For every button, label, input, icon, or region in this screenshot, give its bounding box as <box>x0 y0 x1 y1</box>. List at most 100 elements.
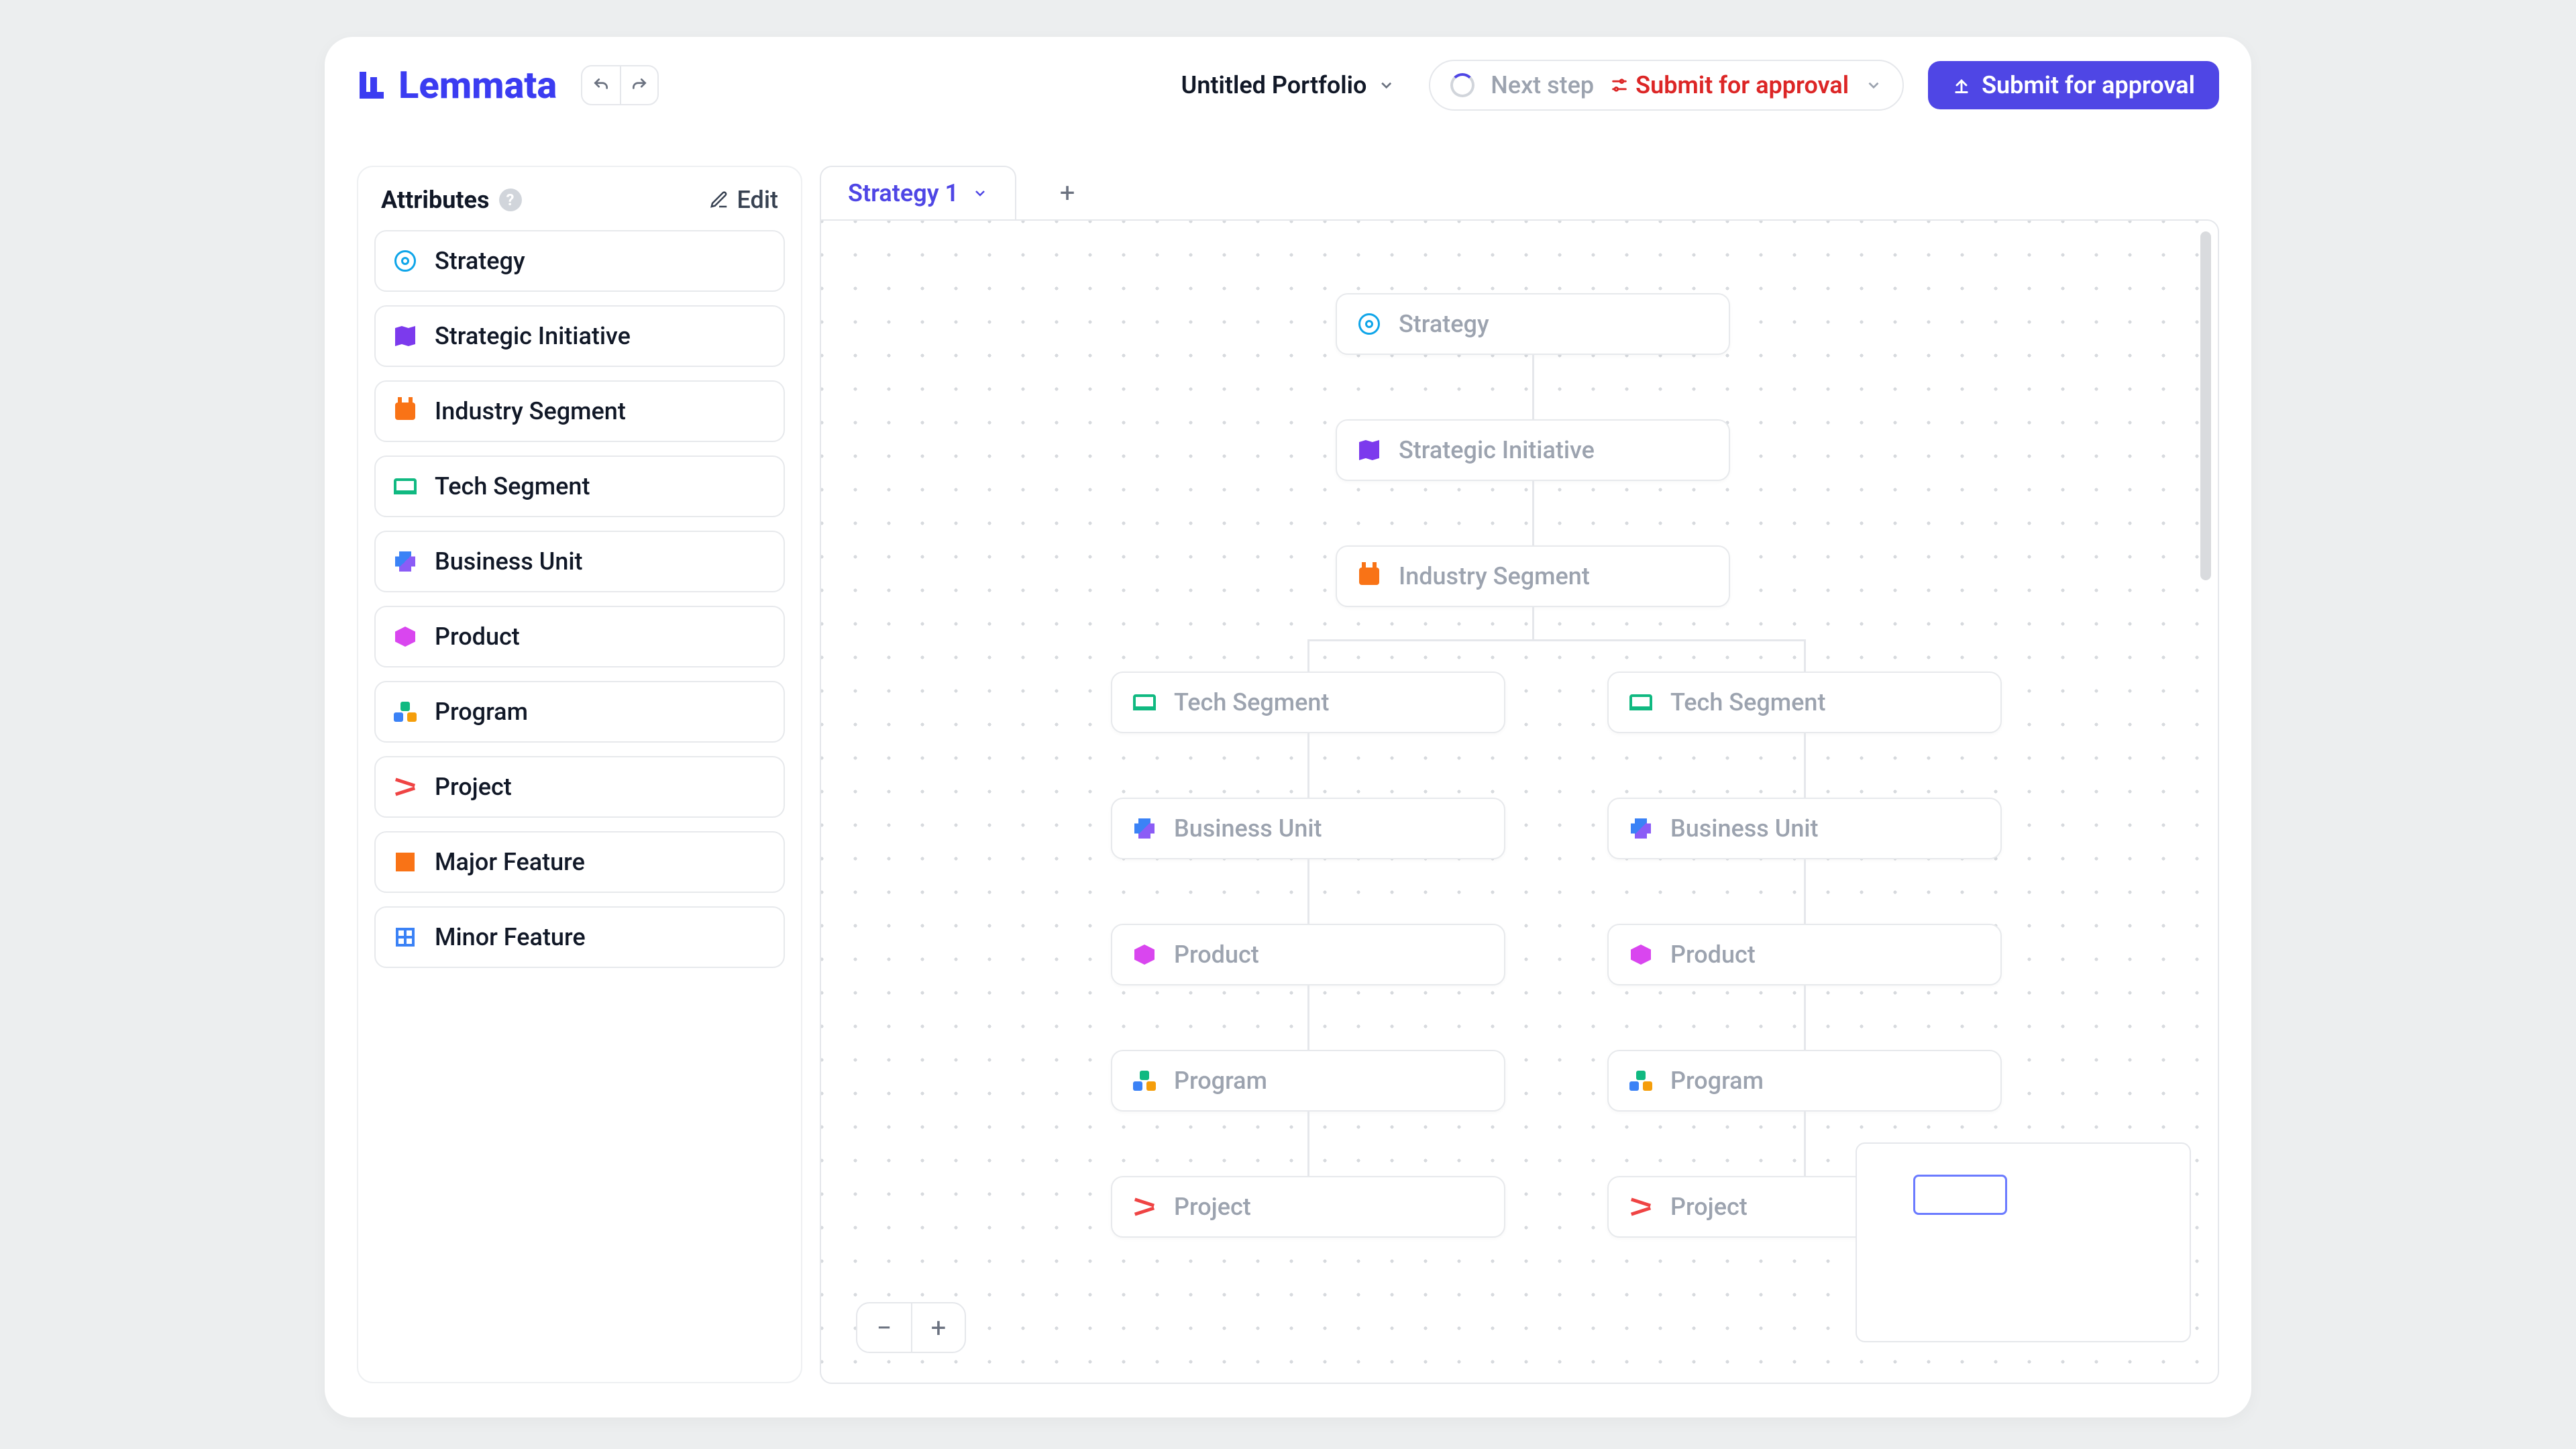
map-icon <box>393 324 417 348</box>
brand-logo-icon <box>357 69 389 101</box>
edit-attributes-button[interactable]: Edit <box>709 186 778 214</box>
connector <box>1804 859 1806 924</box>
attr-label: Project <box>435 773 512 801</box>
attr-label: Major Feature <box>435 848 585 876</box>
connector <box>1804 1112 1806 1176</box>
attr-label: Product <box>435 623 520 651</box>
tab-strategy-1[interactable]: Strategy 1 <box>820 166 1016 219</box>
connector <box>1532 355 1534 419</box>
attr-item-minor-feature[interactable]: Minor Feature <box>374 906 785 968</box>
zoom-out-button[interactable]: − <box>857 1303 911 1352</box>
connector <box>1804 985 1806 1050</box>
attr-label: Strategy <box>435 247 525 275</box>
node-label: Strategic Initiative <box>1399 436 1595 464</box>
grid4b-icon <box>393 925 417 949</box>
chevron-down-icon <box>1865 76 1882 94</box>
connector <box>1307 639 1309 672</box>
header-actions: Next step Submit for approval Submit for… <box>1429 60 2219 111</box>
puzzle-icon <box>393 549 417 574</box>
connector <box>1532 481 1534 545</box>
connector <box>1308 639 1805 641</box>
attr-item-strategic-initiative[interactable]: Strategic Initiative <box>374 305 785 367</box>
cluster-icon <box>1132 1069 1157 1093</box>
chevron-down-icon <box>972 185 988 201</box>
undo-button[interactable] <box>582 66 620 104</box>
brand: Lemmata <box>357 63 557 107</box>
node-product[interactable]: Product <box>1607 924 2002 985</box>
node-project[interactable]: Project <box>1111 1176 1505 1238</box>
redo-button[interactable] <box>620 66 657 104</box>
cluster-icon <box>1629 1069 1653 1093</box>
attr-item-product[interactable]: Product <box>374 606 785 667</box>
node-strategic-initiative[interactable]: Strategic Initiative <box>1336 419 1730 481</box>
industry-icon <box>393 399 417 423</box>
attr-label: Strategic Initiative <box>435 322 631 350</box>
laptop-icon <box>1629 690 1653 714</box>
canvas[interactable]: Strategy Strategic Initiative Industry Seg… <box>820 219 2219 1384</box>
help-icon[interactable]: ? <box>499 189 522 211</box>
node-label: Program <box>1174 1067 1267 1095</box>
attr-item-project[interactable]: Project <box>374 756 785 818</box>
node-strategy[interactable]: Strategy <box>1336 293 1730 355</box>
submit-for-approval-button[interactable]: Submit for approval <box>1928 61 2219 109</box>
sidebar: Attributes ? Edit Strategy Strategic Init… <box>357 166 802 1383</box>
node-label: Industry Segment <box>1399 562 1590 590</box>
attr-label: Industry Segment <box>435 397 626 425</box>
attr-item-strategy[interactable]: Strategy <box>374 230 785 292</box>
puzzle-icon <box>1132 816 1157 841</box>
attr-label: Business Unit <box>435 547 583 576</box>
node-label: Tech Segment <box>1670 688 1825 716</box>
node-business-unit[interactable]: Business Unit <box>1111 798 1505 859</box>
portfolio-title-dropdown[interactable]: Untitled Portfolio <box>1181 71 1395 99</box>
arrows-icon <box>1132 1195 1157 1219</box>
attr-item-major-feature[interactable]: Major Feature <box>374 831 785 893</box>
node-label: Tech Segment <box>1174 688 1329 716</box>
sliders-icon <box>1610 76 1629 95</box>
cube-icon <box>1629 943 1653 967</box>
attr-label: Program <box>435 698 528 726</box>
tabbar: Strategy 1 + <box>820 166 2219 219</box>
node-label: Project <box>1670 1193 1748 1221</box>
attr-item-business-unit[interactable]: Business Unit <box>374 531 785 592</box>
zoom-controls: − + <box>856 1302 966 1353</box>
attr-item-program[interactable]: Program <box>374 681 785 743</box>
zoom-in-button[interactable]: + <box>911 1303 965 1352</box>
node-program[interactable]: Program <box>1607 1050 2002 1112</box>
minimap-viewport[interactable] <box>1913 1175 2007 1215</box>
map-icon <box>1357 438 1381 462</box>
arrows-icon <box>1629 1195 1653 1219</box>
node-program[interactable]: Program <box>1111 1050 1505 1112</box>
target-icon <box>393 249 417 273</box>
connector <box>1307 985 1309 1050</box>
node-label: Project <box>1174 1193 1251 1221</box>
spinner-icon <box>1450 73 1474 97</box>
connector <box>1307 1112 1309 1176</box>
node-product[interactable]: Product <box>1111 924 1505 985</box>
add-tab-button[interactable]: + <box>1043 168 1091 217</box>
node-label: Product <box>1174 941 1259 969</box>
industry-icon <box>1357 564 1381 588</box>
node-industry-segment[interactable]: Industry Segment <box>1336 545 1730 607</box>
connector <box>1804 733 1806 798</box>
arrows-icon <box>393 775 417 799</box>
node-tech-segment[interactable]: Tech Segment <box>1111 672 1505 733</box>
sidebar-title: Attributes ? <box>381 186 522 214</box>
attr-item-industry-segment[interactable]: Industry Segment <box>374 380 785 442</box>
cluster-icon <box>393 700 417 724</box>
next-step-action: Submit for approval <box>1610 71 1849 99</box>
brand-name: Lemmata <box>398 63 557 107</box>
connector <box>1804 639 1806 672</box>
attr-item-tech-segment[interactable]: Tech Segment <box>374 455 785 517</box>
connector <box>1307 859 1309 924</box>
node-tech-segment[interactable]: Tech Segment <box>1607 672 2002 733</box>
grid4-icon <box>393 850 417 874</box>
main: Strategy 1 + Strategy Strategic Initiativ… <box>820 166 2219 1384</box>
node-label: Business Unit <box>1174 814 1322 843</box>
connector <box>1307 733 1309 798</box>
next-step-pill[interactable]: Next step Submit for approval <box>1429 60 1904 111</box>
edit-icon <box>709 190 729 210</box>
node-business-unit[interactable]: Business Unit <box>1607 798 2002 859</box>
minimap[interactable] <box>1856 1142 2191 1342</box>
history-group <box>581 65 659 105</box>
node-label: Business Unit <box>1670 814 1819 843</box>
